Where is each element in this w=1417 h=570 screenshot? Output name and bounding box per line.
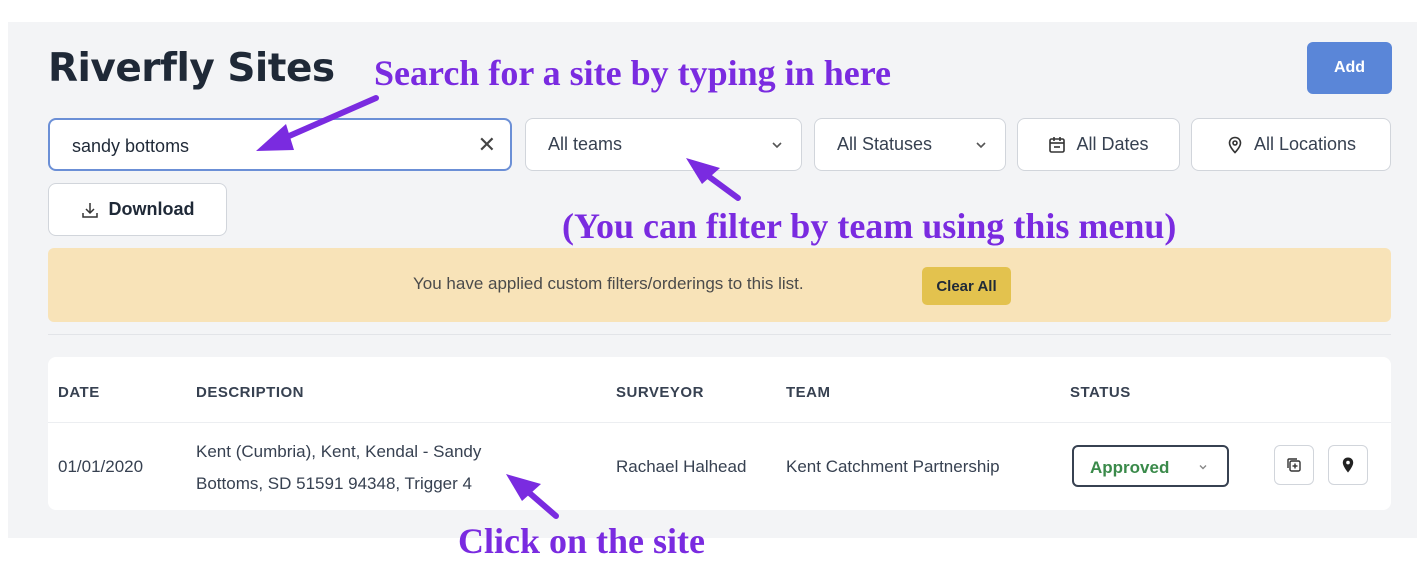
close-icon[interactable]: ✕ (478, 130, 496, 160)
chevron-down-icon (976, 142, 986, 149)
statuses-filter-label: All Statuses (837, 134, 933, 154)
status-select[interactable]: Approved (1072, 445, 1229, 487)
header-team[interactable]: TEAM (786, 384, 831, 401)
header-surveyor[interactable]: SURVEYOR (616, 384, 704, 401)
row-surveyor: Rachael Halhead (616, 457, 747, 476)
calendar-icon (1049, 136, 1066, 153)
locations-filter-label: All Locations (1253, 134, 1357, 154)
row-description-line1[interactable]: Kent (Cumbria), Kent, Kendal - Sandy (196, 442, 481, 462)
row-description-line2[interactable]: Bottoms, SD 51591 94348, Trigger 4 (196, 474, 472, 494)
dates-filter-label: All Dates (1076, 134, 1149, 154)
search-box: ✕ (48, 118, 512, 171)
banner-text: You have applied custom filters/ordering… (413, 274, 804, 293)
download-icon (81, 202, 98, 218)
add-button[interactable]: Add (1307, 42, 1392, 94)
location-pin-icon (1228, 136, 1242, 154)
click-hint-annotation: Click on the site (458, 521, 705, 561)
duplicate-button[interactable] (1274, 445, 1314, 485)
search-input[interactable] (70, 132, 464, 160)
teams-filter-label: All teams (548, 134, 623, 154)
clear-all-button[interactable]: Clear All (922, 267, 1011, 305)
header-date[interactable]: DATE (58, 384, 100, 401)
page-title: Riverfly Sites (48, 46, 335, 91)
map-pin-icon (1342, 457, 1354, 473)
row-separator (48, 422, 1391, 423)
header-description[interactable]: DESCRIPTION (196, 384, 304, 401)
status-value: Approved (1090, 458, 1170, 477)
chevron-down-icon (772, 142, 782, 149)
team-hint-annotation: (You can filter by team using this menu) (562, 206, 1177, 246)
dates-filter[interactable]: All Dates (1017, 118, 1180, 171)
sites-table: DATE DESCRIPTION SURVEYOR TEAM STATUS 01… (48, 357, 1391, 510)
teams-filter[interactable]: All teams (525, 118, 802, 171)
map-button[interactable] (1328, 445, 1368, 485)
chevron-down-icon (1199, 465, 1207, 470)
download-label: Download (108, 199, 195, 219)
header-status[interactable]: STATUS (1070, 384, 1131, 401)
custom-filters-banner: You have applied custom filters/ordering… (48, 248, 1391, 322)
divider (48, 334, 1391, 335)
download-button[interactable]: Download (48, 183, 227, 236)
copy-add-icon (1287, 458, 1301, 472)
statuses-filter[interactable]: All Statuses (814, 118, 1006, 171)
row-date: 01/01/2020 (58, 457, 144, 476)
row-team: Kent Catchment Partnership (786, 457, 1000, 476)
search-hint-annotation: Search for a site by typing in here (374, 53, 892, 93)
locations-filter[interactable]: All Locations (1191, 118, 1391, 171)
